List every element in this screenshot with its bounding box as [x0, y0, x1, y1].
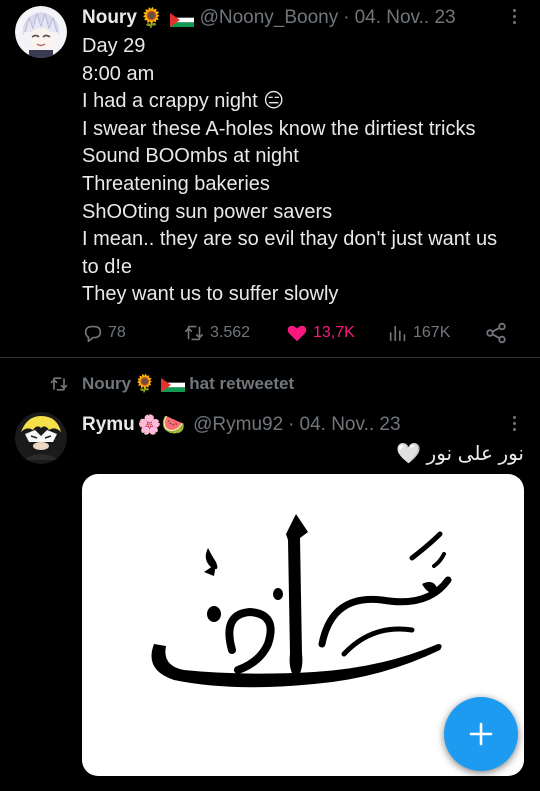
retweet-banner[interactable]: Noury 🌻 hat retweetet: [48, 374, 294, 394]
tweet-line: I mean.. they are so evil thay don't jus…: [82, 228, 498, 251]
sunflower-emoji: 🌻: [139, 8, 164, 29]
compose-button[interactable]: [444, 697, 518, 771]
author-name[interactable]: Rymu: [82, 414, 135, 436]
reply-button[interactable]: 78: [82, 319, 126, 347]
like-icon: [287, 325, 307, 342]
like-count: 13,7K: [313, 324, 355, 341]
reply-count: 78: [108, 324, 126, 341]
tweet-line: ShOOting sun power savers: [82, 200, 333, 223]
tweet-date[interactable]: 04. Nov.. 23: [355, 7, 456, 29]
tweet-date[interactable]: 04. Nov.. 23: [300, 414, 401, 436]
more-icon[interactable]: [512, 9, 516, 24]
retweet-icon: [50, 377, 68, 391]
tweet-line-3: I had a crappy night 😑: [82, 90, 285, 113]
retweeter-name[interactable]: Noury: [82, 374, 131, 394]
like-button[interactable]: 13,7K: [285, 319, 355, 347]
tweet-line: Sound BOOmbs at night: [82, 145, 299, 168]
tweet-line: to d!e: [82, 255, 133, 278]
tweet-text: نور على نور: [426, 443, 524, 465]
tweet-line: 8:00 am: [82, 62, 155, 85]
share-icon: [486, 322, 506, 344]
tweet-header: Noury 🌻 @Noony_Boony · 04. Nov.. 23: [82, 6, 456, 30]
tweet-line: Day 29: [82, 35, 146, 57]
retweet-icon: [184, 325, 204, 341]
author-handle[interactable]: @Noony_Boony: [200, 7, 339, 29]
tweet-noury[interactable]: Noury 🌻 @Noony_Boony · 04. Nov.. 23 Day …: [0, 0, 540, 357]
retweet-count: 3.562: [210, 324, 251, 341]
tweet-header: Rymu 🌸🍉 @Rymu92 · 04. Nov.. 23: [82, 413, 401, 437]
sunflower-emoji: 🌻: [134, 374, 156, 393]
views-count: 167K: [413, 324, 451, 341]
tweet-body: 🤍 نور على نور: [396, 441, 524, 466]
tweet-line: I swear these A-holes know the dirtiest …: [82, 117, 476, 140]
tweet-actions: 78 3.562 13,7K 167K: [82, 319, 512, 347]
palestine-flag-icon: [161, 377, 186, 392]
palestine-flag-icon: [169, 11, 194, 27]
avatar-noury[interactable]: [15, 6, 67, 58]
separator-dot: ·: [288, 414, 295, 435]
author-name[interactable]: Noury: [82, 7, 137, 29]
author-emoji: 🌸🍉: [137, 415, 186, 436]
compose-plus-icon: [469, 722, 493, 746]
author-handle[interactable]: @Rymu92: [193, 414, 283, 436]
avatar-rymu[interactable]: [15, 412, 67, 464]
tweet-line: Threatening bakeries: [82, 172, 270, 195]
tweet-body: Day 29 8:00 am I had a crappy night 😑 I …: [82, 33, 522, 309]
retweet-label: hat retweetet: [189, 374, 295, 393]
retweet-button[interactable]: 3.562: [182, 319, 250, 347]
separator-dot: ·: [343, 7, 350, 28]
views-icon: [389, 325, 406, 342]
tweet-line: They want us to suffer slowly: [82, 283, 339, 306]
expressionless-emoji: 😑: [263, 90, 285, 113]
reply-icon: [84, 325, 102, 343]
tweet-divider: [0, 357, 540, 358]
views-button[interactable]: 167K: [387, 319, 450, 347]
share-button[interactable]: [484, 319, 508, 347]
white-heart-emoji: 🤍: [396, 443, 421, 465]
more-icon[interactable]: [512, 416, 516, 431]
